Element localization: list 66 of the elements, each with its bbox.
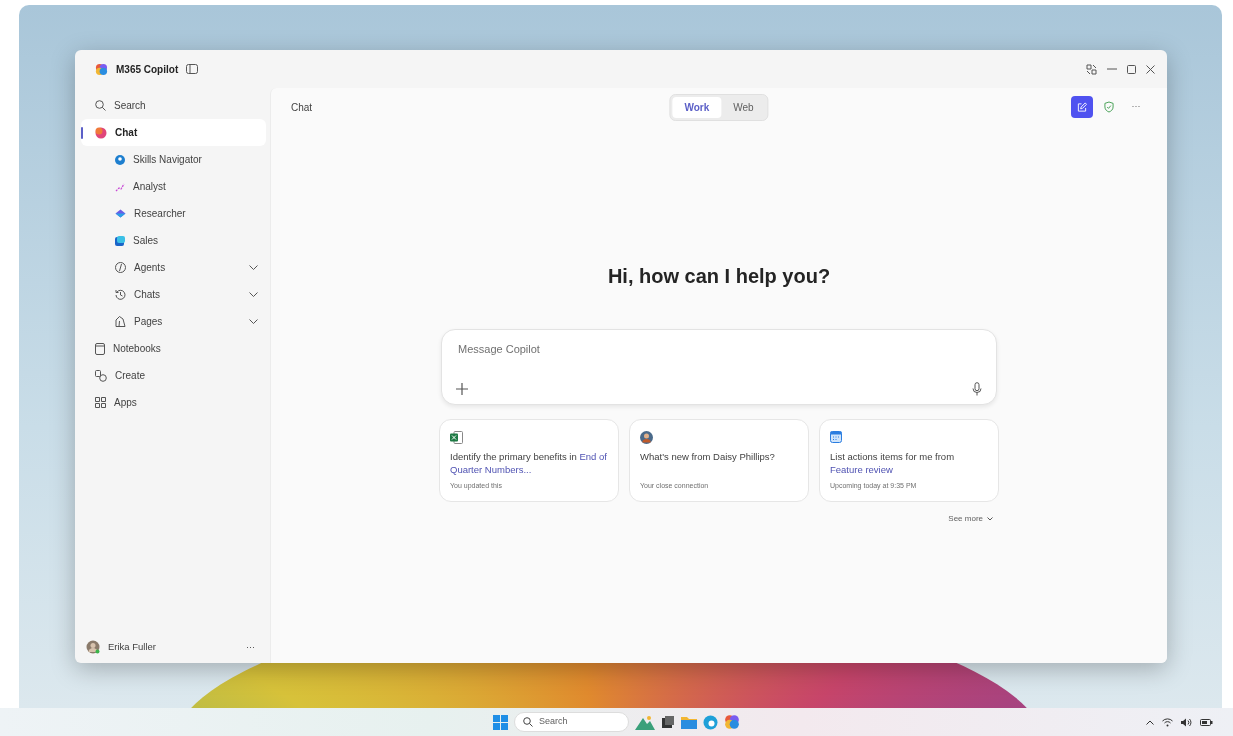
browser-icon[interactable] xyxy=(703,714,718,730)
chevron-down-icon xyxy=(249,292,258,297)
agents-icon xyxy=(115,262,126,273)
sidebar-item[interactable]: Researcher xyxy=(81,200,266,227)
history-icon xyxy=(115,289,126,300)
layers-icon xyxy=(115,209,126,218)
start-icon[interactable] xyxy=(493,714,508,730)
chevron-down-icon xyxy=(249,319,258,324)
chevron-down-icon xyxy=(987,517,993,521)
chevron-down-icon xyxy=(249,265,258,270)
landscape-app-icon[interactable] xyxy=(635,714,655,730)
sidebar-item[interactable]: Chats xyxy=(81,281,266,308)
see-more-button[interactable]: See more xyxy=(942,512,999,526)
sidebar-item[interactable]: Create xyxy=(81,362,266,389)
create-icon xyxy=(95,369,107,382)
sidebar-item[interactable]: Skills Navigator xyxy=(81,146,266,173)
copilot-logo-icon xyxy=(95,62,108,76)
user-name: Erika Fuller xyxy=(108,640,157,655)
scope-tab[interactable]: Web xyxy=(721,96,766,118)
sidebar-item[interactable]: Chat xyxy=(81,119,266,146)
suggestion-text: List actions items for me from Feature review xyxy=(830,451,956,477)
more-options-button[interactable]: ··· xyxy=(240,639,261,655)
chevron-up-icon[interactable] xyxy=(1146,719,1154,725)
chat-bubble-icon xyxy=(95,126,107,139)
microphone-icon[interactable] xyxy=(972,382,982,396)
apps-grid-icon xyxy=(95,397,106,408)
notebook-icon xyxy=(95,342,105,355)
more-options-button[interactable]: ··· xyxy=(1125,96,1147,118)
compose-icon xyxy=(1077,101,1087,113)
suggestion-text: Identify the primary benefits in End of Quarter Numbers... xyxy=(450,451,608,477)
agent-icon xyxy=(115,154,125,165)
new-chat-button[interactable] xyxy=(1071,96,1093,118)
task-view-icon[interactable] xyxy=(661,715,675,729)
shield-icon xyxy=(1104,101,1114,113)
message-field[interactable]: Message Copilot xyxy=(456,340,982,359)
greeting-heading: Hi, how can I help you? xyxy=(606,264,832,289)
cube-icon xyxy=(115,235,125,246)
plus-icon[interactable] xyxy=(456,383,468,395)
page-title: Chat xyxy=(291,100,313,115)
compact-view-icon[interactable] xyxy=(1086,63,1097,75)
window-title: M365 Copilot xyxy=(116,62,179,77)
spreadsheet-icon xyxy=(450,430,463,444)
sidebar-item[interactable]: Apps xyxy=(81,389,266,416)
sidebar-toggle-icon[interactable] xyxy=(186,64,199,74)
calendar-icon xyxy=(830,431,842,444)
close-icon[interactable] xyxy=(1146,64,1155,74)
battery-icon[interactable] xyxy=(1200,718,1213,726)
folder-icon[interactable] xyxy=(681,715,697,729)
sidebar-item[interactable]: Agents xyxy=(81,254,266,281)
copilot-app-icon[interactable] xyxy=(724,714,740,730)
sidebar-item[interactable]: Sales xyxy=(81,227,266,254)
person-avatar-icon xyxy=(640,430,653,444)
taskbar-search-field[interactable]: Search xyxy=(514,712,629,732)
sidebar-item[interactable]: Pages xyxy=(81,308,266,335)
pages-icon xyxy=(115,316,126,327)
sidebar-item[interactable]: Analyst xyxy=(81,173,266,200)
user-avatar-icon xyxy=(86,640,100,655)
sidebar-item[interactable]: Notebooks xyxy=(81,335,266,362)
suggestion-text: What's new from Daisy Phillips? xyxy=(640,451,776,464)
scope-tab[interactable]: Work xyxy=(672,96,722,118)
search-item[interactable]: Search xyxy=(81,92,266,119)
search-icon xyxy=(95,100,106,111)
search-icon xyxy=(523,717,533,727)
maximize-icon[interactable] xyxy=(1127,64,1136,74)
speaker-icon[interactable] xyxy=(1181,717,1192,727)
wifi-icon[interactable] xyxy=(1162,717,1173,727)
